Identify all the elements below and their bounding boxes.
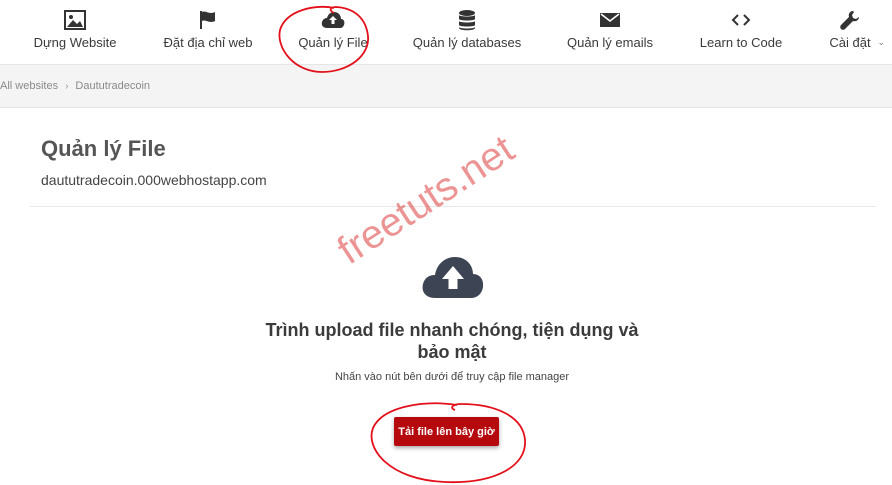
nav-item-label: Learn to Code: [699, 35, 783, 50]
code-icon: [731, 10, 751, 30]
breadcrumb: All websites › Daututradecoin: [0, 65, 892, 108]
nav-item-label: Dựng Website: [33, 35, 117, 50]
cloud-upload-icon: [321, 10, 345, 30]
nav-item-label: Đặt địa chỉ web: [163, 35, 253, 50]
watermark-text: freetuts.net: [330, 127, 522, 273]
nav-item-cai-dat[interactable]: Cài đặt ⌄: [827, 0, 885, 64]
divider: [30, 206, 876, 207]
site-domain: daututradecoin.000webhostapp.com: [41, 172, 267, 188]
nav-item-quan-ly-emails[interactable]: Quản lý emails: [566, 0, 654, 64]
image-icon: [64, 10, 86, 30]
nav-item-dat-dia-chi-web[interactable]: Đặt địa chỉ web: [162, 0, 254, 64]
nav-item-label: Quản lý emails: [567, 35, 653, 50]
top-navigation: Dựng Website Đặt địa chỉ web Quản lý Fil…: [0, 0, 892, 65]
wrench-icon: [840, 10, 860, 30]
nav-item-label: Quản lý File: [298, 35, 368, 50]
nav-item-quan-ly-databases[interactable]: Quản lý databases: [413, 0, 521, 64]
nav-item-label: Cài đặt: [829, 35, 871, 50]
nav-item-label: Quản lý databases: [412, 35, 522, 50]
upload-subtext: Nhấn vào nút bên dưới để truy cập file m…: [334, 371, 570, 383]
database-icon: [458, 10, 476, 31]
nav-item-dung-website[interactable]: Dựng Website: [34, 0, 116, 64]
upload-now-button[interactable]: Tải file lên bây giờ: [394, 417, 499, 446]
page-title: Quản lý File: [41, 136, 166, 161]
chevron-down-icon: ⌄: [877, 37, 885, 47]
breadcrumb-separator: ›: [65, 80, 69, 92]
cloud-upload-icon: [421, 254, 485, 300]
breadcrumb-all-websites[interactable]: All websites: [0, 80, 58, 92]
upload-heading-line2: bảo mật: [417, 342, 487, 362]
envelope-icon: [600, 10, 620, 30]
nav-item-quan-ly-file[interactable]: Quản lý File: [298, 0, 368, 64]
breadcrumb-current[interactable]: Daututradecoin: [75, 80, 150, 92]
upload-heading: Trình upload file nhanh chóng, tiện dụng…: [252, 319, 652, 363]
nav-item-learn-to-code[interactable]: Learn to Code: [699, 0, 783, 64]
flag-icon: [198, 10, 218, 30]
upload-heading-line1: Trình upload file nhanh chóng, tiện dụng…: [265, 320, 639, 340]
